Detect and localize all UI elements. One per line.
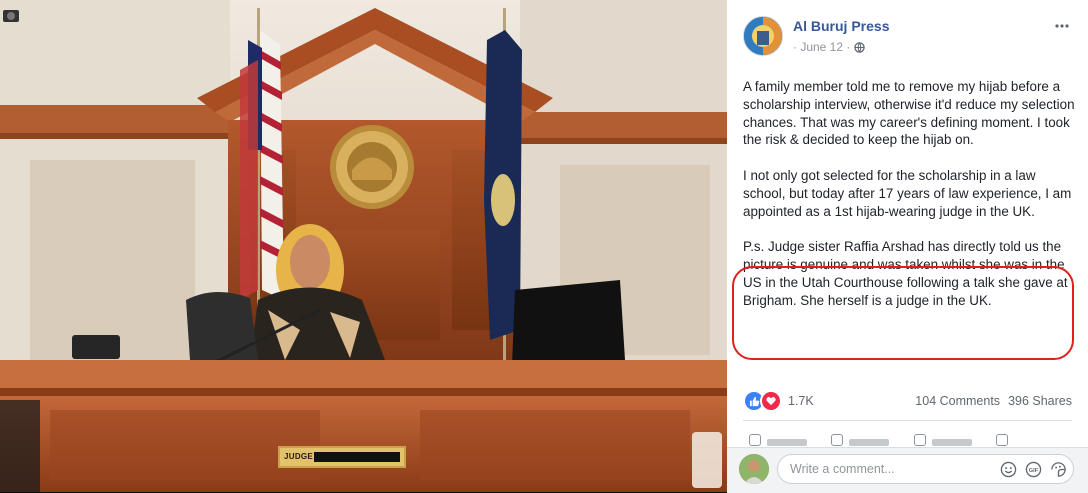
comment-input-wrapper[interactable]: GIF bbox=[777, 454, 1074, 484]
post-meta: · June 12 · bbox=[793, 40, 866, 54]
post-photo[interactable]: JUDGE bbox=[0, 0, 727, 492]
globe-icon[interactable] bbox=[854, 41, 866, 53]
share-action-button[interactable] bbox=[913, 434, 984, 446]
reaction-count[interactable]: 1.7K bbox=[788, 394, 814, 408]
gif-icon[interactable]: GIF bbox=[1025, 461, 1042, 478]
comment-outline-icon bbox=[831, 434, 844, 446]
profile-outline-icon bbox=[995, 434, 1008, 446]
post-date[interactable]: · June 12 · bbox=[793, 40, 850, 54]
reaction-summary[interactable]: 1.7K bbox=[743, 390, 814, 412]
emoji-icon[interactable] bbox=[1000, 461, 1017, 478]
divider bbox=[743, 420, 1072, 421]
user-photo-icon bbox=[739, 454, 769, 484]
page-logo-icon bbox=[744, 17, 782, 55]
like-outline-icon bbox=[749, 434, 762, 446]
engagement-stats: 104 Comments 396 Shares bbox=[915, 394, 1072, 408]
shares-count-link[interactable]: 396 Shares bbox=[1008, 394, 1072, 408]
courtroom-photo bbox=[0, 0, 727, 492]
comments-count-link[interactable]: 104 Comments bbox=[915, 394, 1000, 408]
comment-input-icons: GIF bbox=[1000, 461, 1067, 478]
page-name-link[interactable]: Al Buruj Press bbox=[793, 18, 889, 34]
post-actions-row bbox=[743, 434, 1072, 446]
comment-composer: GIF bbox=[727, 447, 1088, 493]
love-icon bbox=[760, 390, 782, 412]
camera-icon bbox=[3, 10, 19, 22]
comment-action-button[interactable] bbox=[831, 434, 901, 446]
post-panel: Al Buruj Press · June 12 · A family memb… bbox=[727, 0, 1088, 493]
like-action-button[interactable] bbox=[749, 434, 819, 446]
post-paragraph: A family member told me to remove my hij… bbox=[743, 79, 1075, 148]
post-body: A family member told me to remove my hij… bbox=[743, 78, 1075, 309]
nameplate-label: JUDGE bbox=[284, 452, 314, 461]
post-paragraph: I not only got selected for the scholars… bbox=[743, 167, 1072, 219]
svg-text:GIF: GIF bbox=[1029, 468, 1039, 474]
post-paragraph: P.s. Judge sister Raffia Arshad has dire… bbox=[743, 239, 1068, 308]
comment-input[interactable] bbox=[788, 461, 982, 477]
sticker-icon[interactable] bbox=[1050, 461, 1067, 478]
user-avatar[interactable] bbox=[739, 454, 769, 484]
profile-switch-button[interactable] bbox=[995, 434, 1066, 446]
more-options-icon[interactable] bbox=[1054, 18, 1070, 34]
share-outline-icon bbox=[913, 434, 926, 446]
page-avatar[interactable] bbox=[743, 16, 783, 56]
